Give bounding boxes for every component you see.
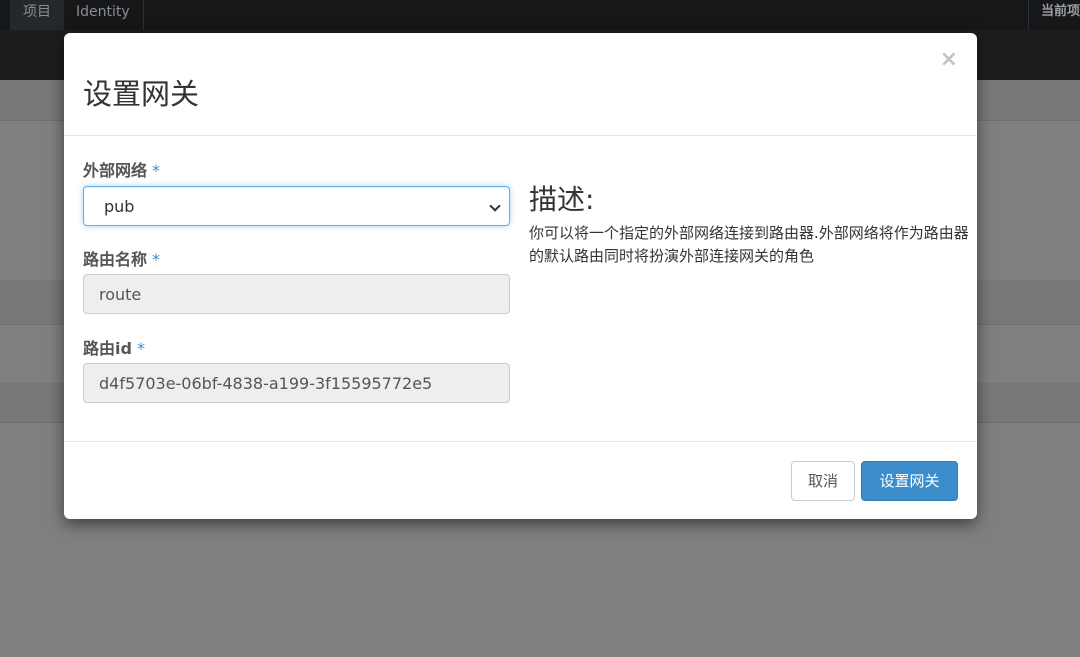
required-mark: *	[152, 161, 161, 180]
description-title: 描述:	[529, 183, 595, 216]
current-project-label: 当前项	[1041, 4, 1080, 19]
set-gateway-button[interactable]: 设置网关	[861, 461, 958, 501]
cancel-button-label: 取消	[807, 472, 838, 490]
tab-identity-label: Identity	[76, 4, 130, 20]
router-id-label-text: 路由id	[83, 339, 132, 358]
tab-identity[interactable]: Identity	[63, 0, 144, 30]
dialog-footer: 取消 设置网关	[64, 441, 977, 519]
router-name-label: 路由名称 *	[83, 246, 160, 270]
tab-project[interactable]: 项目	[10, 0, 64, 30]
set-gateway-button-label: 设置网关	[879, 472, 940, 490]
router-name-value: route	[99, 285, 142, 304]
router-name-field: route	[83, 274, 510, 314]
set-gateway-dialog: 设置网关 × 外部网络 * pub 路由名称 * route 路由id * d4f57…	[64, 33, 977, 519]
router-id-value: d4f5703e-06bf-4838-a199-3f15595772e5	[99, 374, 433, 393]
router-name-label-text: 路由名称	[83, 250, 148, 269]
description-text: 你可以将一个指定的外部网络连接到路由器.外部网络将作为路由器的默认路由同时将扮演…	[529, 224, 969, 265]
external-network-value: pub	[104, 197, 135, 216]
dialog-header: 设置网关 ×	[64, 33, 977, 136]
current-project-menu[interactable]: 当前项	[1028, 0, 1080, 30]
external-network-select[interactable]: pub	[83, 186, 510, 226]
required-mark: *	[136, 339, 145, 358]
router-id-label: 路由id *	[83, 335, 145, 359]
cancel-button[interactable]: 取消	[791, 461, 855, 501]
top-navigation: 项目 Identity 当前项	[0, 0, 1080, 30]
chevron-down-icon	[489, 200, 501, 212]
router-id-field: d4f5703e-06bf-4838-a199-3f15595772e5	[83, 363, 510, 403]
required-mark: *	[152, 250, 161, 269]
close-icon[interactable]: ×	[940, 49, 958, 71]
tab-project-label: 项目	[23, 4, 51, 20]
external-network-label: 外部网络 *	[83, 157, 160, 181]
dialog-title: 设置网关	[83, 77, 200, 111]
external-network-label-text: 外部网络	[83, 161, 148, 180]
